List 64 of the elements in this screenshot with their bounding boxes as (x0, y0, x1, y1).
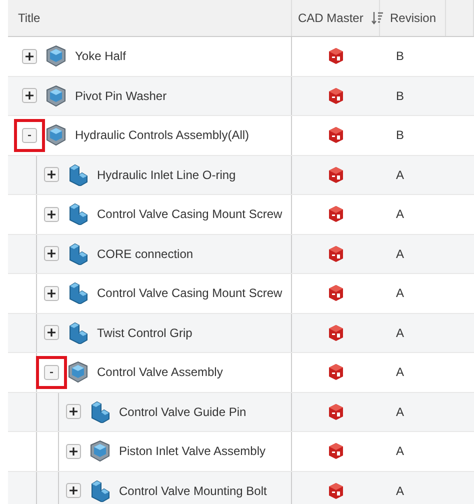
expand-toggle[interactable] (44, 167, 59, 182)
revision-text: A (396, 444, 404, 458)
revision-text: B (396, 88, 404, 103)
item-title[interactable]: Control Valve Mounting Bolt (119, 484, 267, 498)
cad-file-icon (327, 47, 345, 66)
cad-file-icon (327, 205, 345, 224)
collapse-toggle[interactable] (44, 364, 59, 380)
cube-icon (67, 361, 89, 384)
cad-file-icon (327, 324, 345, 342)
revision-text: B (396, 128, 404, 142)
item-title[interactable]: Hydraulic Controls Assembly(All) (75, 128, 250, 142)
item-title[interactable]: Yoke Half (75, 49, 126, 64)
cad-file-icon (327, 126, 345, 144)
cad-file-icon (327, 482, 345, 500)
cad-file-icon (327, 402, 345, 421)
expand-toggle[interactable] (66, 483, 81, 498)
item-title[interactable]: Control Valve Guide Pin (119, 404, 246, 419)
expand-toggle[interactable] (44, 286, 59, 301)
item-title[interactable]: Pivot Pin Washer (75, 88, 167, 103)
block-icon (89, 400, 111, 423)
expand-toggle[interactable] (22, 48, 37, 64)
collapse-toggle[interactable] (22, 128, 37, 143)
revision-text: A (396, 404, 404, 419)
revision-text: A (396, 168, 404, 182)
block-icon (89, 480, 111, 502)
revision-text: A (396, 286, 404, 300)
cad-file-icon (327, 244, 345, 263)
expand-toggle[interactable] (44, 325, 59, 340)
sort-icon[interactable] (371, 11, 384, 25)
cube-icon (45, 45, 67, 68)
revision-text: A (396, 326, 404, 340)
block-icon (67, 322, 89, 344)
item-title[interactable]: Twist Control Grip (97, 326, 192, 340)
block-icon (67, 203, 89, 226)
item-title[interactable]: Hydraulic Inlet Line O-ring (97, 168, 236, 182)
cad-file-icon (327, 284, 345, 302)
block-icon (67, 282, 89, 304)
cad-file-icon (327, 86, 345, 105)
revision-text: B (396, 49, 404, 64)
item-title[interactable]: Control Valve Casing Mount Screw (97, 207, 282, 222)
cube-icon (45, 84, 67, 107)
expand-toggle[interactable] (66, 444, 81, 459)
cad-file-icon (327, 166, 345, 184)
cad-file-icon (327, 363, 345, 382)
column-header[interactable]: Revision (380, 0, 446, 36)
column-header[interactable]: CAD Master (292, 0, 380, 36)
expand-toggle[interactable] (22, 88, 37, 104)
block-icon (67, 164, 89, 186)
item-title[interactable]: Control Valve Assembly (97, 365, 223, 380)
expand-toggle[interactable] (66, 404, 81, 420)
block-icon (67, 242, 89, 265)
expand-toggle[interactable] (44, 206, 59, 222)
expand-toggle[interactable] (44, 246, 59, 262)
cad-file-icon (327, 442, 345, 460)
revision-text: A (396, 207, 404, 222)
item-title[interactable]: Piston Inlet Valve Assembly (119, 444, 266, 458)
revision-text: A (396, 484, 404, 498)
revision-text: A (396, 365, 404, 380)
item-title[interactable]: Control Valve Casing Mount Screw (97, 286, 282, 300)
cube-icon (89, 440, 111, 462)
column-header[interactable]: Title (8, 0, 292, 36)
cube-icon (45, 124, 67, 146)
revision-text: A (396, 246, 404, 261)
item-title[interactable]: CORE connection (97, 246, 194, 261)
